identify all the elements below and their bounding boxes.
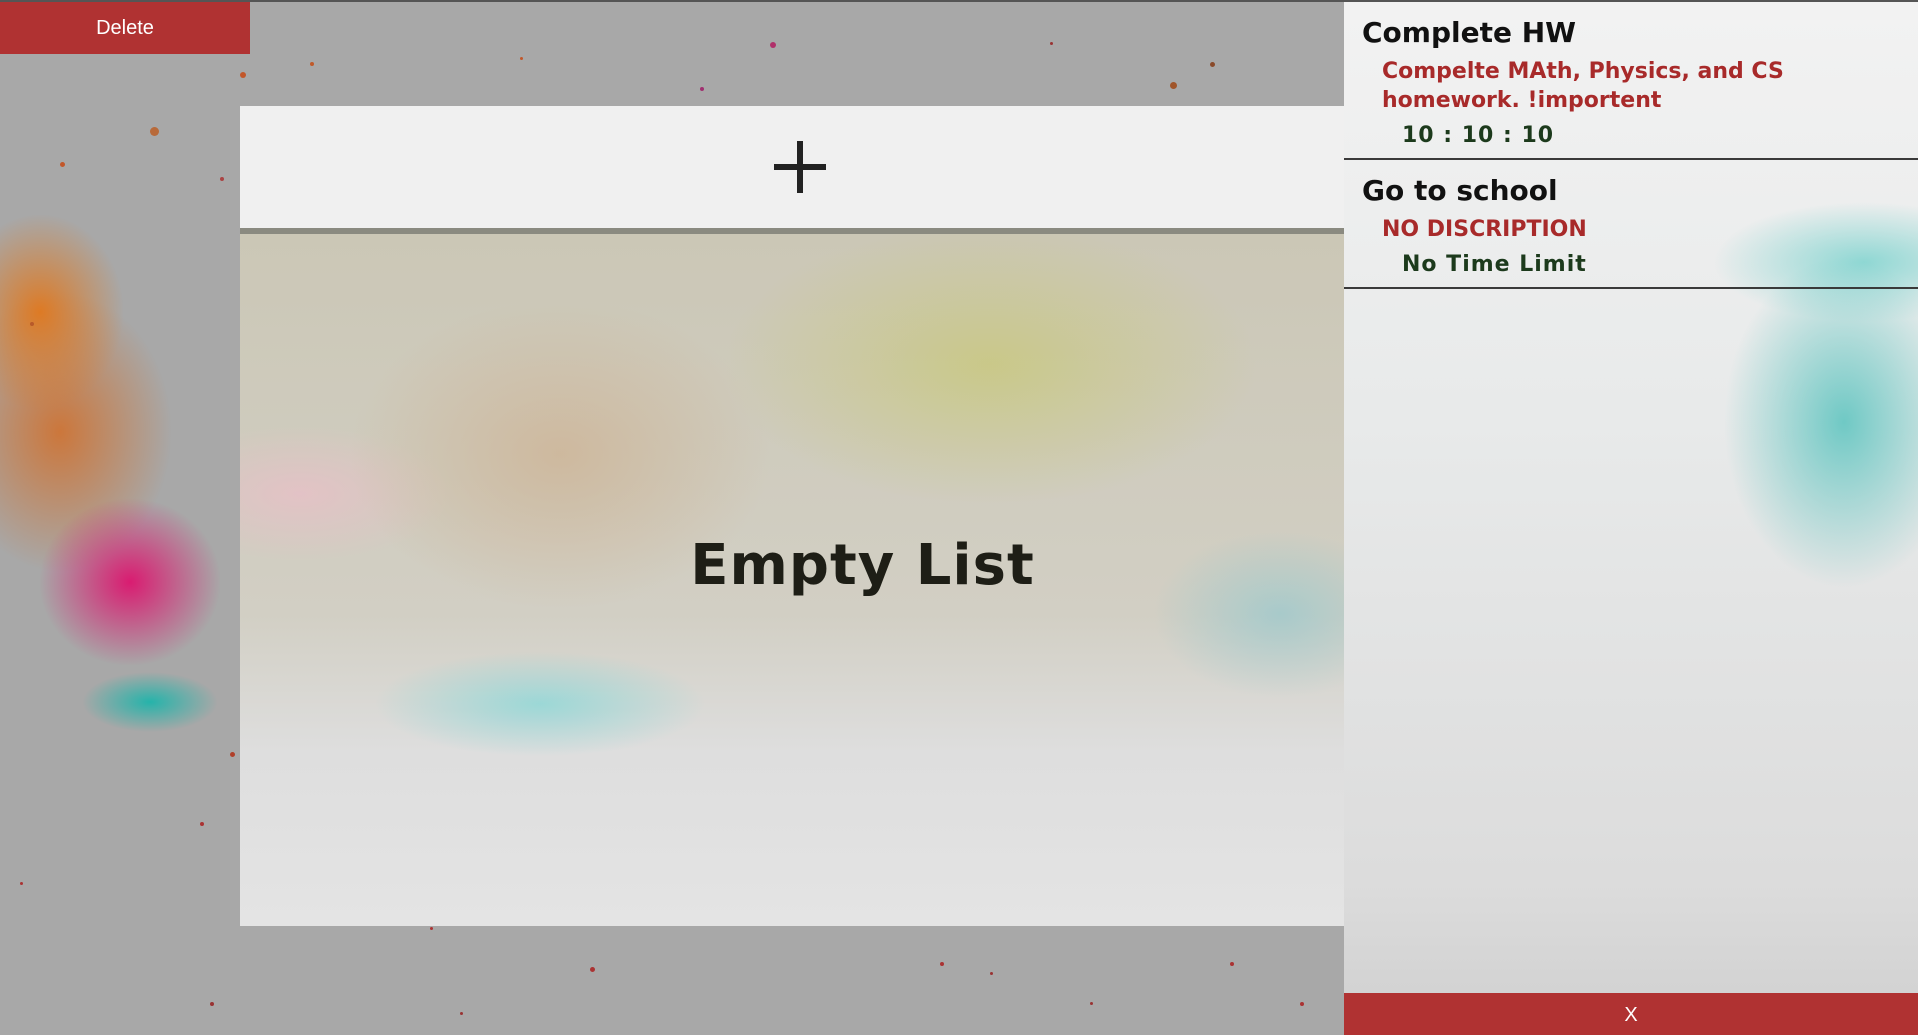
background-paint-splash — [0, 182, 260, 742]
paint-speck — [1090, 1002, 1093, 1005]
paint-speck — [1170, 82, 1177, 89]
paint-speck — [30, 322, 34, 326]
task-item[interactable]: Go to school NO DISCRIPTION No Time Limi… — [1344, 160, 1918, 289]
paint-speck — [1230, 962, 1234, 966]
delete-button[interactable]: Delete — [0, 2, 250, 54]
paint-speck — [430, 927, 433, 930]
paint-speck — [20, 882, 23, 885]
paint-speck — [940, 962, 944, 966]
paint-speck — [210, 1002, 214, 1006]
paint-speck — [310, 62, 314, 66]
task-item[interactable]: Complete HW Compelte MAth, Physics, and … — [1344, 2, 1918, 160]
close-button[interactable]: X — [1344, 993, 1918, 1035]
paint-speck — [1210, 62, 1215, 67]
paint-speck — [990, 972, 993, 975]
task-list-area: Empty List — [240, 228, 1345, 926]
paint-speck — [220, 177, 224, 181]
main-panel: Empty List — [240, 106, 1345, 926]
paint-speck — [60, 162, 65, 167]
task-sidebar: Complete HW Compelte MAth, Physics, and … — [1344, 2, 1918, 1035]
paint-speck — [1050, 42, 1053, 45]
paint-speck — [200, 822, 204, 826]
empty-list-label: Empty List — [690, 532, 1035, 598]
plus-icon — [774, 141, 826, 193]
task-description: Compelte MAth, Physics, and CS homework.… — [1382, 59, 1784, 113]
paint-speck — [700, 87, 704, 91]
app-screen: Delete Empty List Complete HW Compelte M… — [0, 0, 1918, 1035]
paint-speck — [240, 72, 246, 78]
paint-speck — [230, 752, 235, 757]
task-title: Go to school — [1362, 174, 1558, 207]
add-task-button[interactable] — [240, 106, 1345, 228]
task-title: Complete HW — [1362, 16, 1577, 49]
task-description: NO DISCRIPTION — [1382, 217, 1587, 242]
paint-speck — [460, 1012, 463, 1015]
paint-speck — [770, 42, 776, 48]
paint-speck — [520, 57, 523, 60]
paint-speck — [1300, 1002, 1304, 1006]
paint-speck — [590, 967, 595, 972]
paint-speck — [150, 127, 159, 136]
task-time: No Time Limit — [1402, 252, 1587, 277]
task-time: 10 : 10 : 10 — [1402, 123, 1555, 148]
